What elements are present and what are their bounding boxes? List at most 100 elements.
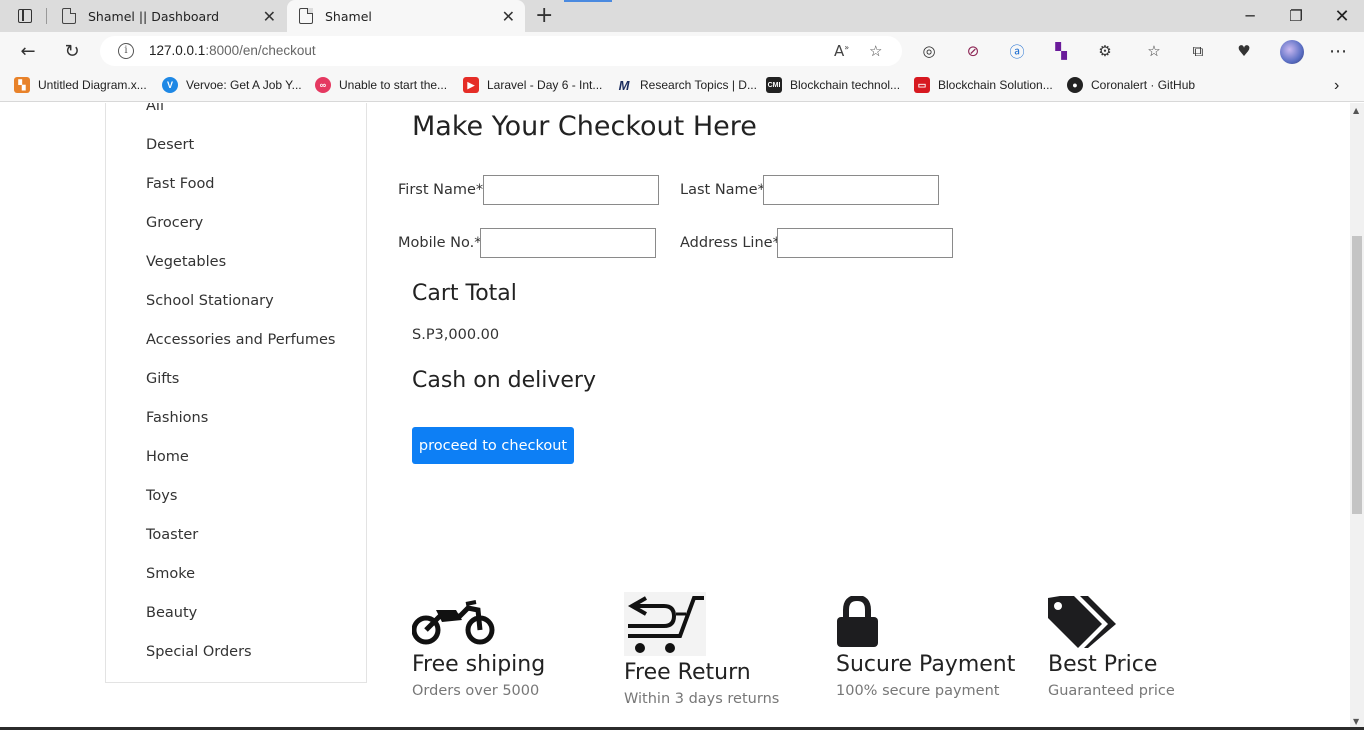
scroll-up-icon[interactable]: ▲ <box>1353 106 1359 115</box>
mobile-label: Mobile No.* <box>398 235 482 251</box>
more-menu-icon[interactable]: ⋯ <box>1328 41 1348 62</box>
category-link[interactable]: Gifts <box>146 371 179 387</box>
category-link[interactable]: All <box>146 103 164 114</box>
minimize-button[interactable]: ─ <box>1227 0 1273 32</box>
bookmark-favicon-icon: ▶ <box>463 77 479 93</box>
tab-title: Shamel <box>325 8 372 24</box>
feature-subtitle: Orders over 5000 <box>412 683 540 699</box>
feature-free-shipping: Free shiping Orders over 5000 <box>411 596 546 699</box>
bookmark-favicon-icon: CMI <box>766 77 782 93</box>
read-aloud-icon[interactable]: A» <box>834 42 849 60</box>
address-label: Address Line* <box>680 235 780 251</box>
feature-subtitle: Within 3 days returns <box>624 691 780 707</box>
last-name-field[interactable] <box>763 175 939 205</box>
back-button[interactable]: ← <box>16 39 40 63</box>
bookmark-favicon-icon: M <box>618 77 630 93</box>
new-tab-button[interactable]: + <box>535 3 553 28</box>
github-icon: ● <box>1067 77 1083 93</box>
category-link[interactable]: Toys <box>146 488 177 504</box>
blocker-extension-icon[interactable]: ⊘ <box>963 41 983 61</box>
feature-free-return: Free Return Within 3 days returns <box>624 592 779 707</box>
site-info-icon[interactable]: i <box>118 43 134 59</box>
add-favorite-icon[interactable]: ☆ <box>869 42 882 60</box>
close-tab-icon[interactable]: ✕ <box>263 7 276 26</box>
cart-total-heading: Cart Total <box>412 281 517 306</box>
url-text: 127.0.0.1:8000/en/checkout <box>149 43 316 58</box>
feature-subtitle: 100% secure payment <box>836 683 1000 699</box>
tab-checkout[interactable]: Shamel ✕ <box>287 0 525 32</box>
tab-strip: Shamel || Dashboard ✕ Shamel ✕ + ─ ❐ ✕ <box>0 0 1364 32</box>
bookmark-item[interactable]: V Vervoe: Get A Job Y... <box>162 77 302 93</box>
tags-icon <box>1048 594 1116 648</box>
feature-title: Sucure Payment <box>836 652 1016 677</box>
page-icon <box>299 8 313 24</box>
category-link[interactable]: Fast Food <box>146 176 215 192</box>
feature-best-price: Best Price Guaranteed price <box>1048 594 1175 699</box>
collections-icon[interactable]: ⧉ <box>1188 41 1208 61</box>
payment-method: Cash on delivery <box>412 368 596 393</box>
reload-button[interactable]: ↻ <box>60 39 84 63</box>
feature-secure-payment: Sucure Payment 100% secure payment <box>836 594 1016 699</box>
category-link[interactable]: Home <box>146 449 189 465</box>
bookmark-item[interactable]: ● Coronalert · GitHub <box>1067 77 1195 93</box>
page-scrollbar[interactable]: ▲ ▼ <box>1350 103 1364 730</box>
address-bar[interactable]: i 127.0.0.1:8000/en/checkout A» ☆ <box>100 36 902 66</box>
bookmark-item[interactable]: ▭ Blockchain Solution... <box>914 77 1053 93</box>
first-name-label: First Name* <box>398 182 484 198</box>
bookmark-item[interactable]: CMI Blockchain technol... <box>766 77 900 93</box>
tab-dashboard[interactable]: Shamel || Dashboard ✕ <box>50 0 286 32</box>
bookmark-item[interactable]: ▶ Laravel - Day 6 - Int... <box>463 77 602 93</box>
mobile-field[interactable] <box>480 228 656 258</box>
category-link[interactable]: Beauty <box>146 605 197 621</box>
feature-title: Free Return <box>624 660 751 685</box>
last-name-label: Last Name* <box>680 182 765 198</box>
browser-toolbar: ← ↻ i 127.0.0.1:8000/en/checkout A» ☆ ◎ … <box>0 32 1364 70</box>
category-link[interactable]: Special Orders <box>146 644 252 660</box>
motorcycle-icon <box>411 600 495 645</box>
extensions-icon[interactable]: ⚙ <box>1095 41 1115 61</box>
extension-icon[interactable]: ◎ <box>919 41 939 61</box>
health-icon[interactable]: ♥ <box>1234 41 1254 61</box>
loading-indicator <box>564 0 612 2</box>
bookmark-favicon-icon: ▚ <box>14 77 30 93</box>
bookmarks-overflow-icon[interactable]: › <box>1334 77 1339 95</box>
feature-title: Free shiping <box>412 652 546 677</box>
category-sidebar: All Desert Fast Food Grocery Vegetables … <box>105 103 367 683</box>
close-window-button[interactable]: ✕ <box>1319 0 1364 32</box>
cart-return-icon <box>624 592 706 656</box>
bookmark-item[interactable]: ▚ Untitled Diagram.x... <box>14 77 147 93</box>
bookmark-favicon-icon: ▭ <box>914 77 930 93</box>
category-link[interactable]: School Stationary <box>146 293 274 309</box>
category-link[interactable]: Grocery <box>146 215 203 231</box>
page-title: Make Your Checkout Here <box>412 111 757 142</box>
bookmark-item[interactable]: ∞ Unable to start the... <box>315 77 447 93</box>
proceed-to-checkout-button[interactable]: proceed to checkout <box>412 427 574 464</box>
cart-total-value: S.P3,000.00 <box>412 327 500 343</box>
profile-avatar[interactable] <box>1280 40 1304 64</box>
bookmark-favicon-icon: ∞ <box>315 77 331 93</box>
feature-title: Best Price <box>1048 652 1158 677</box>
address-field[interactable] <box>777 228 953 258</box>
first-name-field[interactable] <box>483 175 659 205</box>
close-tab-icon[interactable]: ✕ <box>502 7 515 26</box>
category-link[interactable]: Fashions <box>146 410 208 426</box>
restore-button[interactable]: ❐ <box>1273 0 1319 32</box>
category-link[interactable]: Vegetables <box>146 254 226 270</box>
lock-icon <box>837 594 878 647</box>
page-icon <box>62 8 76 24</box>
bookmarks-bar: ▚ Untitled Diagram.x... V Vervoe: Get A Jo… <box>0 70 1364 102</box>
category-link[interactable]: Toaster <box>146 527 198 543</box>
feature-subtitle: Guaranteed price <box>1048 683 1175 699</box>
favorites-icon[interactable]: ☆ <box>1144 41 1164 61</box>
tab-separator <box>46 8 47 24</box>
scroll-down-icon[interactable]: ▼ <box>1353 717 1359 726</box>
tab-title: Shamel || Dashboard <box>88 8 220 24</box>
category-link[interactable]: Desert <box>146 137 194 153</box>
category-link[interactable]: Accessories and Perfumes <box>146 332 335 348</box>
account-extension-icon[interactable]: ⓐ <box>1007 41 1027 61</box>
category-link[interactable]: Smoke <box>146 566 195 582</box>
scrollbar-thumb[interactable] <box>1352 236 1362 514</box>
bookmark-item[interactable]: M Research Topics | D... <box>616 77 757 93</box>
apps-extension-icon[interactable]: ▚ <box>1051 41 1071 61</box>
tab-actions-icon[interactable] <box>18 9 32 23</box>
